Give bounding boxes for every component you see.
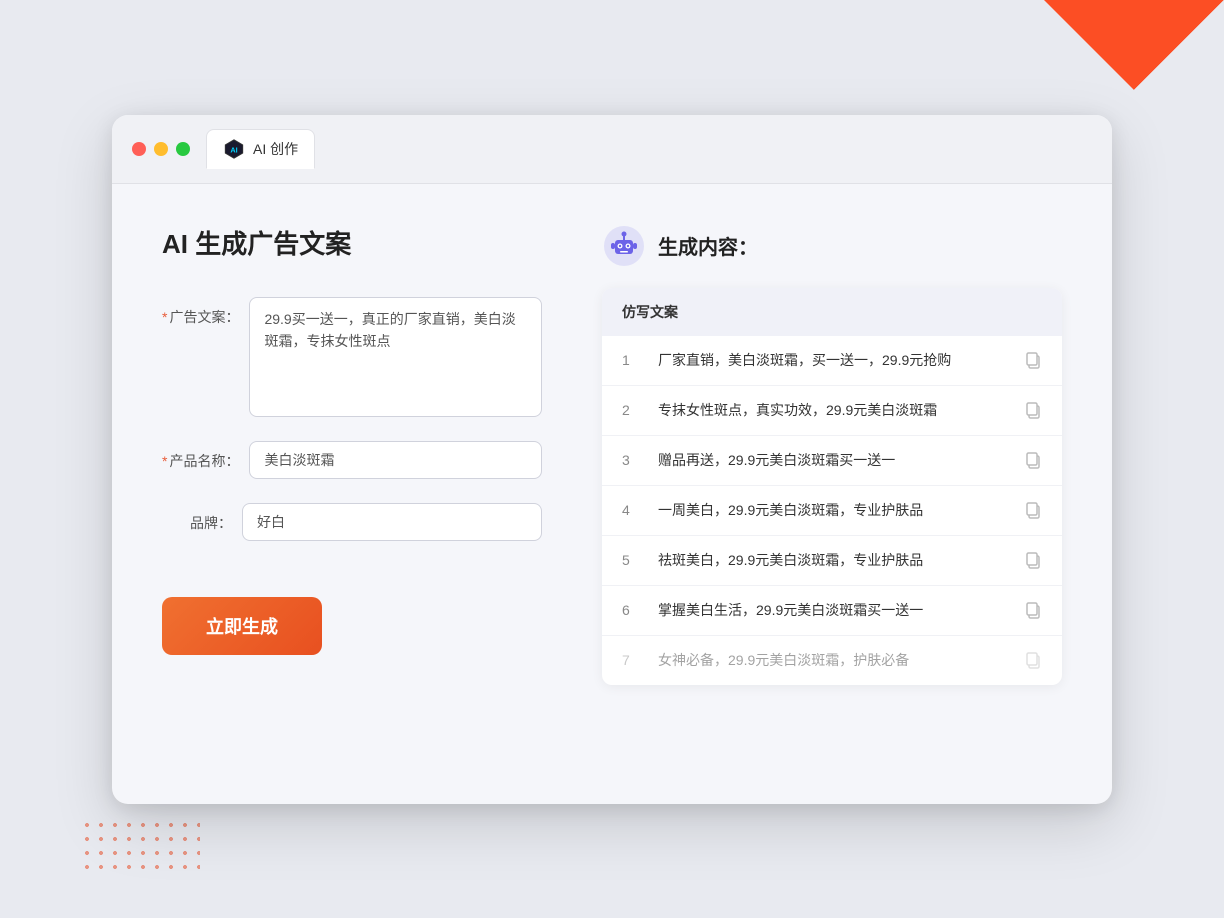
table-header: 仿写文案 <box>602 288 1062 336</box>
row-number: 4 <box>622 502 642 518</box>
main-content: AI 生成广告文案 *广告文案： *产品名称： 品牌： 立 <box>112 184 1112 804</box>
product-name-required: * <box>162 453 167 469</box>
tab-label: AI 创作 <box>253 139 298 159</box>
row-number: 1 <box>622 352 642 368</box>
result-header: 生成内容： <box>602 224 1062 268</box>
copy-icon[interactable] <box>1024 551 1042 569</box>
title-bar: AI AI 创作 <box>112 115 1112 184</box>
generate-button[interactable]: 立即生成 <box>162 597 322 655</box>
svg-text:AI: AI <box>230 145 237 154</box>
result-title: 生成内容： <box>658 231 758 260</box>
table-row: 3 赠品再送，29.9元美白淡斑霜买一送一 <box>602 436 1062 486</box>
table-row: 6 掌握美白生活，29.9元美白淡斑霜买一送一 <box>602 586 1062 636</box>
bg-dots-decoration <box>80 818 200 878</box>
left-panel: AI 生成广告文案 *广告文案： *产品名称： 品牌： 立 <box>162 224 542 764</box>
row-number: 2 <box>622 402 642 418</box>
row-text: 专抹女性斑点，真实功效，29.9元美白淡斑霜 <box>658 400 1008 421</box>
copy-icon[interactable] <box>1024 451 1042 469</box>
row-text: 赠品再送，29.9元美白淡斑霜买一送一 <box>658 450 1008 471</box>
table-row: 1 厂家直销，美白淡斑霜，买一送一，29.9元抢购 <box>602 336 1062 386</box>
close-button[interactable] <box>132 142 146 156</box>
table-row: 4 一周美白，29.9元美白淡斑霜，专业护肤品 <box>602 486 1062 536</box>
row-number: 7 <box>622 652 642 668</box>
results-table: 仿写文案 1 厂家直销，美白淡斑霜，买一送一，29.9元抢购 2 专抹女性斑点，… <box>602 288 1062 685</box>
ai-tab-icon: AI <box>223 138 245 160</box>
maximize-button[interactable] <box>176 142 190 156</box>
right-panel: 生成内容： 仿写文案 1 厂家直销，美白淡斑霜，买一送一，29.9元抢购 2 <box>602 224 1062 764</box>
row-text: 厂家直销，美白淡斑霜，买一送一，29.9元抢购 <box>658 350 1008 371</box>
product-name-label: *产品名称： <box>162 441 239 471</box>
table-row: 5 祛斑美白，29.9元美白淡斑霜，专业护肤品 <box>602 536 1062 586</box>
product-name-input[interactable] <box>249 441 542 479</box>
page-title: AI 生成广告文案 <box>162 224 542 261</box>
copy-icon[interactable] <box>1024 601 1042 619</box>
ad-copy-group: *广告文案： <box>162 297 542 417</box>
copy-icon[interactable] <box>1024 401 1042 419</box>
tab-ai-creation[interactable]: AI AI 创作 <box>206 129 315 169</box>
table-row: 2 专抹女性斑点，真实功效，29.9元美白淡斑霜 <box>602 386 1062 436</box>
ad-copy-required: * <box>162 309 167 325</box>
copy-icon[interactable] <box>1024 351 1042 369</box>
robot-icon <box>602 224 646 268</box>
brand-group: 品牌： <box>162 503 542 541</box>
brand-label: 品牌： <box>162 503 232 533</box>
row-number: 5 <box>622 552 642 568</box>
product-name-group: *产品名称： <box>162 441 542 479</box>
table-row: 7 女神必备，29.9元美白淡斑霜，护肤必备 <box>602 636 1062 685</box>
row-text: 女神必备，29.9元美白淡斑霜，护肤必备 <box>658 650 1008 671</box>
brand-input[interactable] <box>242 503 542 541</box>
row-number: 6 <box>622 602 642 618</box>
window-controls <box>132 142 190 156</box>
row-text: 一周美白，29.9元美白淡斑霜，专业护肤品 <box>658 500 1008 521</box>
ad-copy-label: *广告文案： <box>162 297 239 327</box>
copy-icon[interactable] <box>1024 651 1042 669</box>
row-text: 祛斑美白，29.9元美白淡斑霜，专业护肤品 <box>658 550 1008 571</box>
copy-icon[interactable] <box>1024 501 1042 519</box>
minimize-button[interactable] <box>154 142 168 156</box>
row-number: 3 <box>622 452 642 468</box>
row-text: 掌握美白生活，29.9元美白淡斑霜买一送一 <box>658 600 1008 621</box>
browser-window: AI AI 创作 AI 生成广告文案 *广告文案： *产品名称： <box>112 115 1112 804</box>
ad-copy-textarea[interactable] <box>249 297 542 417</box>
